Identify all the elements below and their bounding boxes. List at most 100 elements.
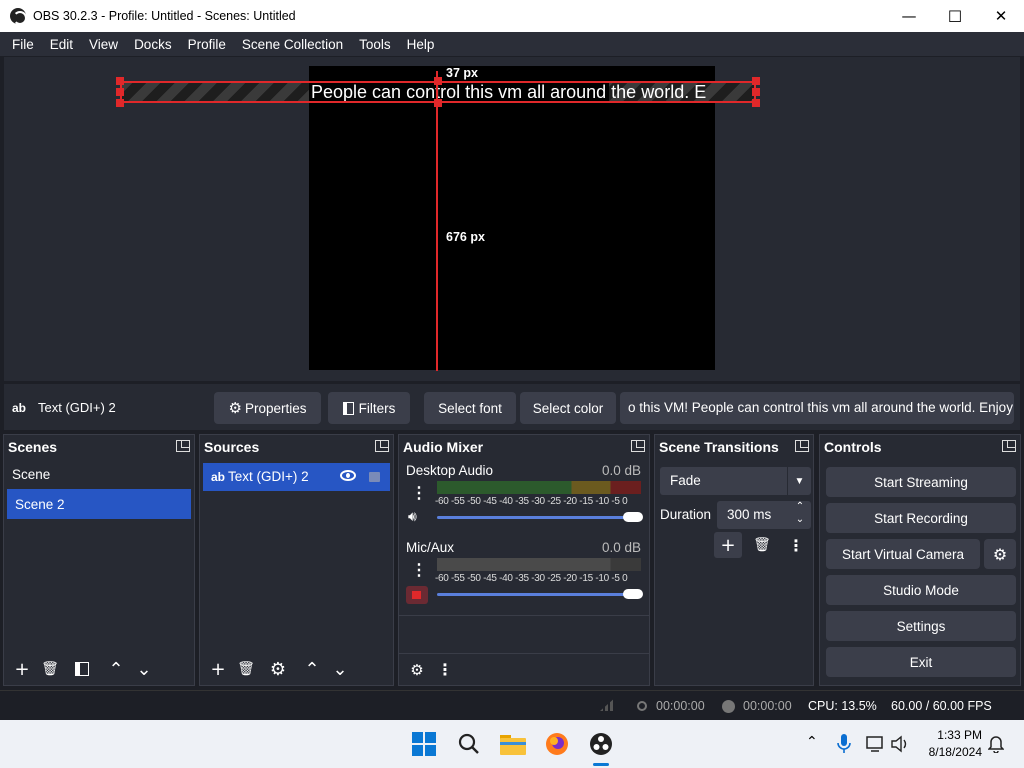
start-recording-button[interactable]: Start Recording (826, 503, 1016, 533)
move-down-icon[interactable]: ⌄ (130, 656, 158, 682)
dock-float-icon[interactable] (795, 440, 809, 452)
volume-icon[interactable] (888, 730, 912, 758)
dock-float-icon[interactable] (631, 440, 645, 452)
preview-area[interactable]: People can control this vm all around th… (4, 57, 1020, 381)
mixer-menu-icon[interactable]: ⋮ (431, 657, 459, 683)
exit-button[interactable]: Exit (826, 647, 1016, 677)
distance-guide-line (436, 71, 438, 371)
dock-float-icon[interactable] (1002, 440, 1016, 452)
text-input-field[interactable]: o this VM! People can control this vm al… (620, 392, 1014, 424)
move-up-icon[interactable]: ⌃ (298, 656, 326, 682)
menu-file[interactable]: File (4, 37, 42, 52)
remove-source-icon[interactable]: 🗑 (232, 656, 260, 682)
remove-transition-icon[interactable]: 🗑 (748, 532, 776, 558)
network-icon[interactable] (864, 730, 888, 758)
menu-scene-collection[interactable]: Scene Collection (234, 37, 351, 52)
muted-speaker-icon[interactable] (406, 586, 428, 604)
mic-aux-volume-slider[interactable] (437, 589, 643, 599)
visibility-eye-icon[interactable] (340, 470, 356, 481)
resize-handle-left[interactable] (116, 88, 124, 96)
transition-selected-value: Fade (670, 473, 701, 488)
desktop-audio-volume-slider[interactable] (437, 512, 643, 522)
notification-bell-icon[interactable] (984, 730, 1008, 758)
source-item[interactable]: ab Text (GDI+) 2 (203, 463, 390, 491)
settings-button[interactable]: Settings (826, 611, 1016, 641)
resize-handle-top-left[interactable] (116, 77, 124, 85)
controls-dock-title: Controls (820, 435, 1020, 459)
move-up-icon[interactable]: ⌃ (102, 656, 130, 682)
network-signal-icon (600, 697, 616, 711)
obs-taskbar-icon[interactable] (587, 730, 615, 758)
firefox-icon[interactable] (543, 730, 571, 758)
microphone-icon[interactable] (832, 730, 856, 758)
scene-item[interactable]: Scene (4, 459, 194, 489)
scene-item-selected[interactable]: Scene 2 (7, 489, 191, 519)
menu-edit[interactable]: Edit (42, 37, 81, 52)
search-icon[interactable] (455, 730, 483, 758)
studio-mode-button[interactable]: Studio Mode (826, 575, 1016, 605)
properties-button[interactable]: ⚙ Properties (214, 392, 321, 424)
text-source-icon: ab (211, 470, 226, 484)
dock-float-icon[interactable] (375, 440, 389, 452)
chevron-down-icon[interactable]: ▼ (787, 467, 811, 495)
slider-handle[interactable] (623, 512, 643, 522)
remove-scene-icon[interactable]: 🗑 (36, 656, 64, 682)
resize-handle-bottom-right[interactable] (752, 99, 760, 107)
resize-handle-top-right[interactable] (752, 77, 760, 85)
chevron-up-icon[interactable]: ⌃ (806, 734, 818, 750)
record-status-icon (722, 700, 735, 713)
gear-icon: ⚙ (228, 399, 242, 417)
title-bar: OBS 30.2.3 - Profile: Untitled - Scenes:… (0, 0, 1024, 32)
close-button[interactable]: ✕ (978, 0, 1024, 32)
add-scene-icon[interactable]: + (8, 656, 36, 682)
menu-help[interactable]: Help (399, 37, 443, 52)
status-bar: 00:00:00 00:00:00 CPU: 13.5% 60.00 / 60.… (0, 690, 1024, 720)
preview-canvas[interactable] (309, 66, 715, 370)
mic-aux-menu-icon[interactable]: ⋮ (411, 560, 427, 580)
add-transition-icon[interactable]: + (714, 532, 742, 558)
move-down-icon[interactable]: ⌄ (326, 656, 354, 682)
transition-select[interactable]: Fade ▼ (660, 467, 811, 495)
active-app-indicator (593, 763, 609, 766)
taskbar: ⌃ 1:33 PM 8/18/2024 (0, 720, 1024, 768)
select-font-button[interactable]: Select font (424, 392, 516, 424)
dock-float-icon[interactable] (176, 440, 190, 452)
start-streaming-button[interactable]: Start Streaming (826, 467, 1016, 497)
menu-tools[interactable]: Tools (351, 37, 399, 52)
scene-transitions-dock: Scene Transitions Fade ▼ Duration 300 ms… (654, 434, 814, 686)
resize-handle-bottom-left[interactable] (116, 99, 124, 107)
start-virtual-camera-button[interactable]: Start Virtual Camera (826, 539, 980, 569)
windows-start-icon[interactable] (410, 730, 438, 758)
scene-filters-icon[interactable] (68, 656, 96, 682)
resize-handle-right[interactable] (752, 88, 760, 96)
maximize-button[interactable]: ☐ (932, 0, 978, 32)
chevron-down-icon[interactable]: ⌄ (789, 514, 811, 528)
menu-view[interactable]: View (81, 37, 126, 52)
source-properties-gear-icon[interactable]: ⚙ (264, 656, 292, 682)
file-explorer-icon[interactable] (499, 730, 527, 758)
chevron-up-icon[interactable]: ⌃ (789, 501, 811, 515)
filters-button[interactable]: Filters (328, 392, 410, 424)
advanced-audio-gear-icon[interactable]: ⚙ (403, 657, 431, 683)
duration-spinbox[interactable]: 300 ms ⌃ ⌄ (717, 501, 811, 529)
slider-handle[interactable] (623, 589, 643, 599)
transition-menu-icon[interactable]: ⋮ (782, 532, 810, 558)
select-color-button[interactable]: Select color (520, 392, 616, 424)
menu-profile[interactable]: Profile (180, 37, 234, 52)
sources-toolbar: + 🗑 ⚙ ⌃ ⌄ (200, 653, 393, 685)
speaker-icon[interactable]: 🔊︎ (408, 509, 417, 525)
menu-docks[interactable]: Docks (126, 37, 180, 52)
virtual-camera-gear-icon[interactable]: ⚙ (984, 539, 1016, 569)
taskbar-date[interactable]: 8/18/2024 (920, 745, 982, 759)
add-source-icon[interactable]: + (204, 656, 232, 682)
desktop-audio-name: Desktop Audio (406, 463, 494, 478)
lock-icon[interactable] (369, 472, 380, 482)
duration-label: Duration (660, 507, 712, 522)
desktop-audio-menu-icon[interactable]: ⋮ (411, 483, 427, 503)
minimize-button[interactable]: — (886, 0, 932, 32)
taskbar-time[interactable]: 1:33 PM (920, 728, 982, 742)
fps-display: 60.00 / 60.00 FPS (891, 699, 992, 713)
properties-button-label: Properties (244, 400, 307, 416)
cpu-usage: CPU: 13.5% (808, 699, 877, 713)
sources-dock: Sources ab Text (GDI+) 2 + 🗑 ⚙ ⌃ ⌄ (199, 434, 394, 686)
